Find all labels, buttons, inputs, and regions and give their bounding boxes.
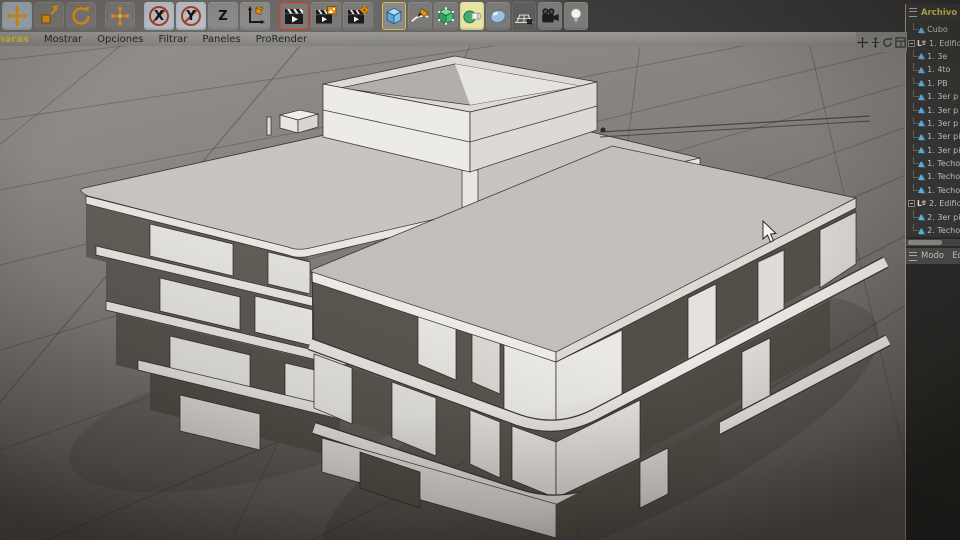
axis-x-label: X	[154, 10, 164, 23]
subdivision-surface-button[interactable]	[434, 2, 458, 30]
object-row[interactable]: ▲1. 3er p	[906, 117, 960, 130]
menu-prorender[interactable]: ProRender	[256, 34, 307, 45]
cinema4d-window: { "toolbar": { "tools": [ {"name": "move…	[0, 0, 960, 540]
volume-builder-icon	[462, 6, 482, 26]
am-menu-editar[interactable]: Editar	[952, 251, 960, 261]
object-row[interactable]: ▲1. PB	[906, 77, 960, 90]
object-row[interactable]: ▲1. 3er p	[906, 90, 960, 103]
object-row[interactable]: ▲1. 3er pi	[906, 144, 960, 157]
attribute-manager-menubar: Modo Editar	[906, 248, 960, 264]
camera-icon	[540, 6, 560, 26]
toggle-view-icon[interactable]	[895, 37, 906, 48]
light-bulb-icon	[566, 6, 586, 26]
cube-icon	[384, 6, 404, 26]
lock-z-axis-button[interactable]: Z	[208, 2, 238, 30]
subdivision-surface-icon	[436, 6, 456, 26]
object-row[interactable]: ▲1. Techo	[906, 157, 960, 170]
menu-camaras[interactable]: Cámaras	[0, 34, 29, 45]
render-settings-button[interactable]	[343, 2, 373, 30]
attribute-manager-body	[906, 264, 960, 540]
main-toolbar: X Y Z	[0, 0, 960, 32]
viewport-menubar: Cámaras Mostrar Opciones Filtrar Paneles…	[0, 32, 907, 46]
axis-y-label: Y	[186, 10, 195, 23]
viewport-controls	[856, 32, 907, 52]
object-row[interactable]: ▲1. Techo	[906, 170, 960, 183]
object-row[interactable]: ▲1. 4to	[906, 63, 960, 76]
viewport-scene[interactable]	[0, 0, 960, 540]
deformer-button[interactable]	[486, 2, 510, 30]
axis-z-label: Z	[218, 10, 227, 23]
render-view-button[interactable]	[279, 2, 309, 30]
menu-filtrar[interactable]: Filtrar	[158, 34, 187, 45]
render-settings-icon	[347, 5, 369, 27]
rotate-icon	[70, 5, 92, 27]
render-picture-viewer-button[interactable]	[311, 2, 341, 30]
menu-opciones[interactable]: Opciones	[97, 34, 143, 45]
rotate-view-icon[interactable]	[882, 37, 893, 48]
object-row[interactable]: ▲1. 3er pi	[906, 130, 960, 143]
object-row-edificio-2[interactable]: Lº2. Edificio	[906, 197, 960, 210]
rotate-tool-button[interactable]	[66, 2, 96, 30]
object-row[interactable]: ▲1. 3er p	[906, 103, 960, 116]
camera-button[interactable]	[538, 2, 562, 30]
null-object-icon: Lº	[917, 199, 926, 208]
object-row[interactable]: ▲1. 3e	[906, 50, 960, 63]
object-row[interactable]: ▲2. 3er piso	[906, 210, 960, 223]
object-row-cubo[interactable]: ▲Cubo	[906, 23, 960, 36]
render-view-icon	[283, 5, 305, 27]
spline-pen-icon	[410, 6, 430, 26]
floor-environment-button[interactable]	[512, 2, 536, 30]
null-object-icon: Lº	[917, 39, 926, 48]
floor-grid-icon	[514, 6, 534, 26]
zoom-view-icon[interactable]	[870, 37, 881, 48]
panel-menu-icon[interactable]	[909, 8, 917, 17]
add-cube-button[interactable]	[382, 2, 406, 30]
lock-x-axis-button[interactable]: X	[144, 2, 174, 30]
object-row-edificio-1[interactable]: Lº1. Edificio	[906, 36, 960, 49]
coordinate-system-button[interactable]	[240, 2, 270, 30]
axis-cross-tool-button[interactable]	[105, 2, 135, 30]
collapse-icon[interactable]	[908, 200, 915, 207]
object-tree: ▲Cubo Lº1. Edificio ▲1. 3e ▲1. 4to ▲1. P…	[906, 21, 960, 237]
move-icon	[6, 5, 28, 27]
object-row[interactable]: ▲1. Techo 2	[906, 184, 960, 197]
menu-mostrar[interactable]: Mostrar	[44, 34, 82, 45]
object-row[interactable]: ▲2. Techo 2	[906, 224, 960, 237]
scale-tool-button[interactable]	[34, 2, 64, 30]
panel-menu-icon[interactable]	[909, 252, 917, 261]
render-picture-viewer-icon	[315, 5, 337, 27]
move-tool-button[interactable]	[2, 2, 32, 30]
deformer-icon	[488, 6, 508, 26]
axis-cross-icon	[110, 6, 130, 26]
volume-builder-button[interactable]	[460, 2, 484, 30]
scale-icon	[38, 5, 60, 27]
spline-pen-button[interactable]	[408, 2, 432, 30]
om-horizontal-scrollbar[interactable]	[906, 239, 960, 246]
collapse-icon[interactable]	[908, 40, 915, 47]
menu-paneles[interactable]: Paneles	[202, 34, 240, 45]
om-menu-archivo[interactable]: Archivo	[921, 8, 957, 18]
object-manager-panel: Archivo ▲Cubo Lº1. Edificio ▲1. 3e ▲1. 4…	[905, 4, 960, 540]
object-manager-menubar: Archivo	[906, 4, 960, 21]
pan-view-icon[interactable]	[857, 37, 868, 48]
coordinate-system-icon	[244, 5, 266, 27]
am-menu-modo[interactable]: Modo	[921, 251, 944, 261]
lock-y-axis-button[interactable]: Y	[176, 2, 206, 30]
light-button[interactable]	[564, 2, 588, 30]
